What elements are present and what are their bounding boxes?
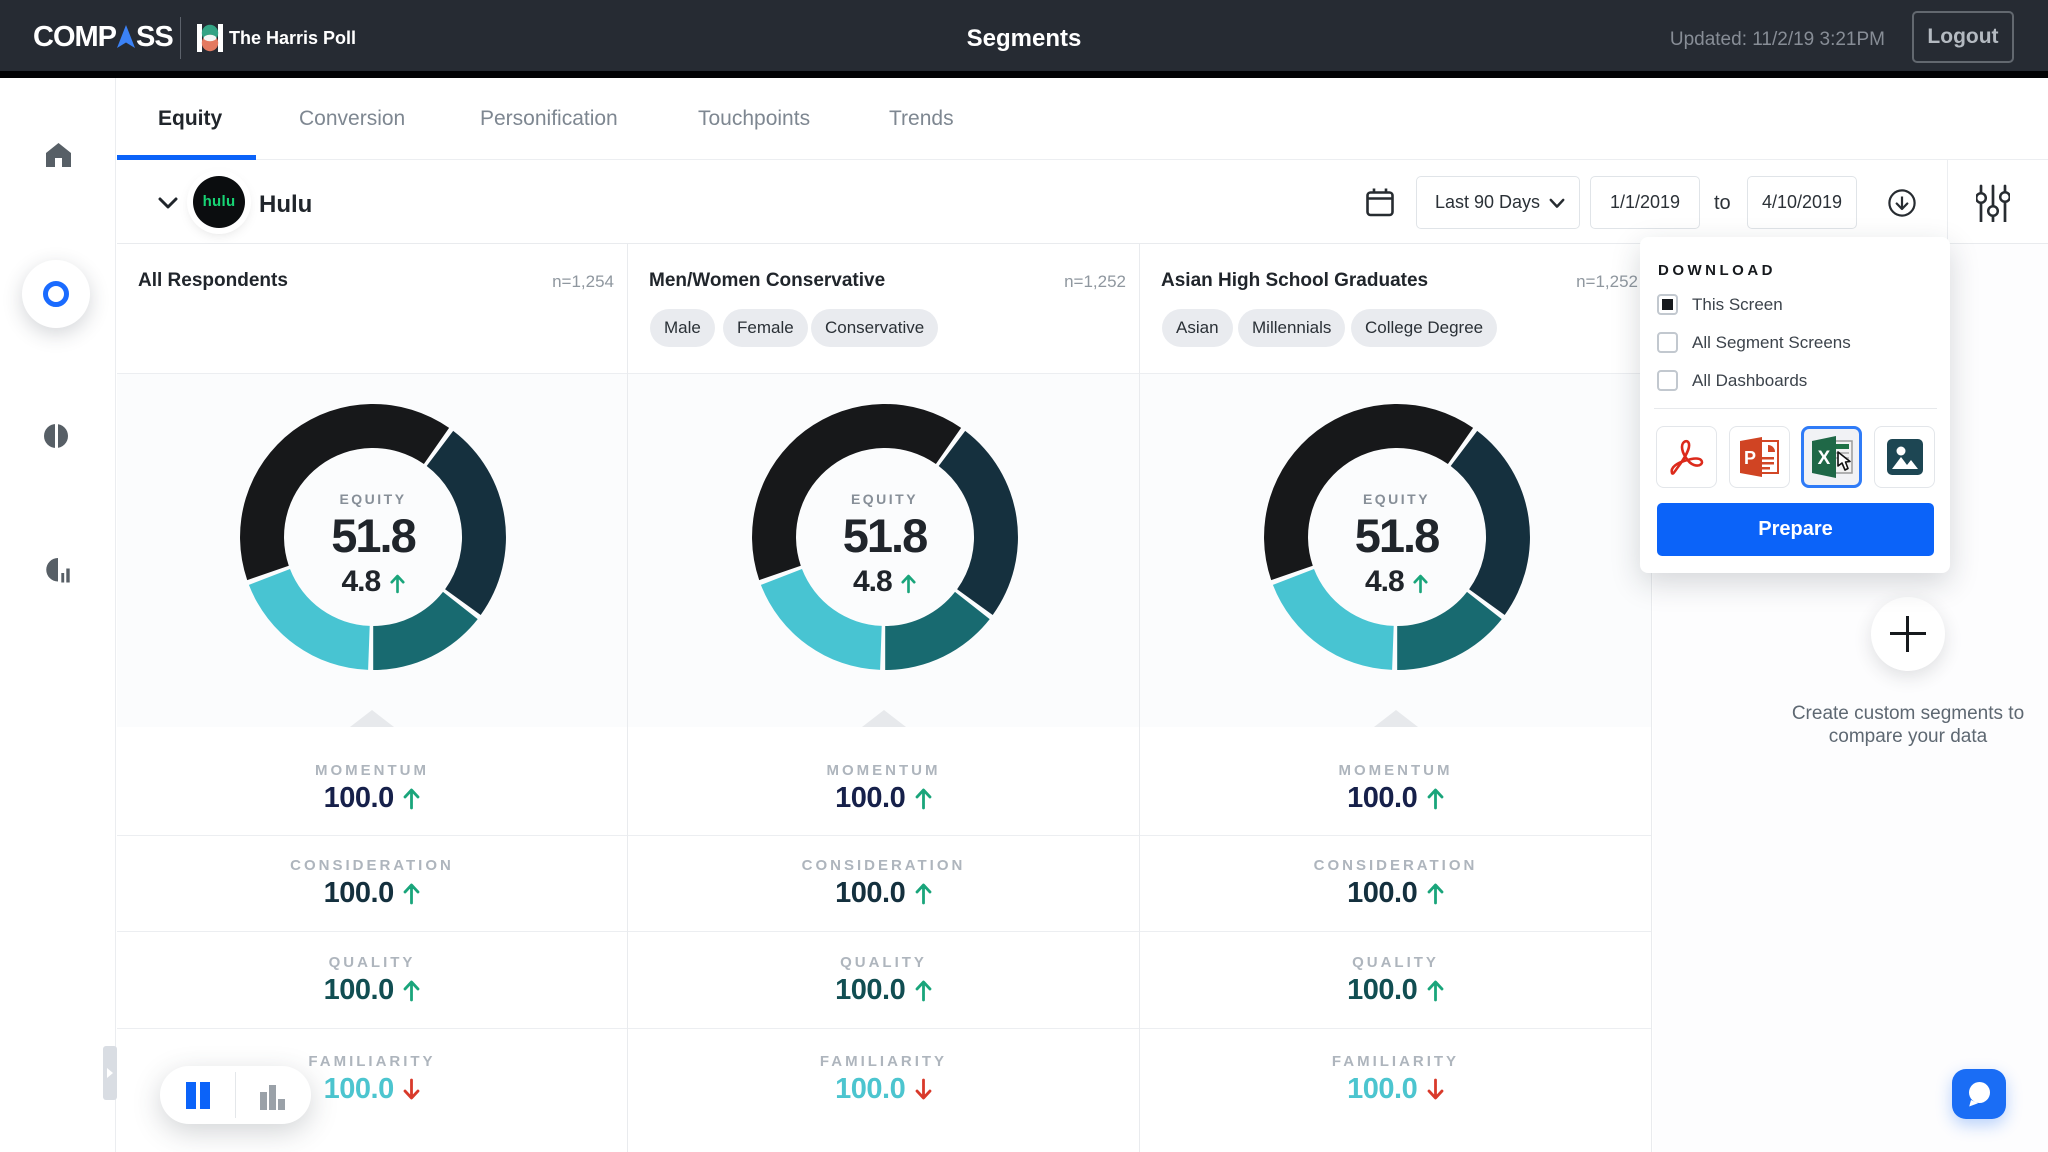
svg-text:X: X (1818, 448, 1831, 469)
svg-text:P: P (1744, 448, 1756, 468)
